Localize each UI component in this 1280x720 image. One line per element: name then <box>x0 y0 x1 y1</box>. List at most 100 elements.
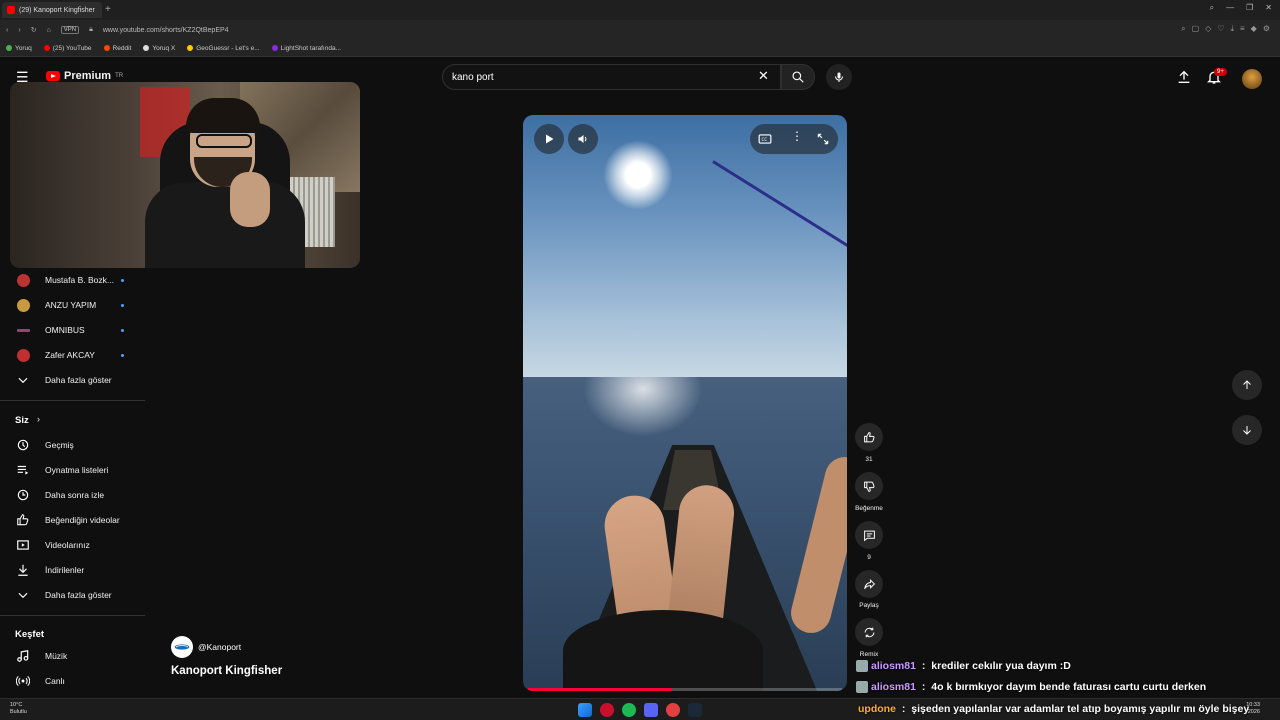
shield-icon[interactable]: ◇ <box>1205 24 1211 34</box>
like-button[interactable] <box>855 423 883 451</box>
youtube-logo[interactable]: Premium TR <box>46 70 123 82</box>
spotify-icon[interactable] <box>622 703 636 717</box>
back-icon[interactable]: ‹ <box>6 27 8 34</box>
dislike-button[interactable] <box>855 472 883 500</box>
channel-avatar <box>17 273 30 287</box>
clock-time: 10:33 <box>1246 702 1260 708</box>
show-more-subscriptions[interactable]: Daha fazla göster <box>0 369 145 391</box>
thumbs-up-icon <box>863 431 875 442</box>
browser-tab[interactable]: (29) Kanoport Kingfisher <box>2 2 102 18</box>
heart-icon[interactable]: ♡ <box>1217 24 1224 34</box>
sidebar-item-label: Videolarınız <box>45 540 90 550</box>
share-button[interactable] <box>855 570 883 598</box>
video-sky <box>523 115 847 377</box>
chat-separator: : <box>898 703 909 715</box>
bookmark-item[interactable]: Yoruq X <box>143 45 175 52</box>
playlists-icon <box>17 465 29 475</box>
remix-button[interactable] <box>855 618 883 646</box>
chat-text: krediler cekılır yua dayım :D <box>931 660 1071 672</box>
volume-icon <box>578 135 587 143</box>
streamer-webcam <box>10 82 360 268</box>
forward-icon[interactable]: › <box>18 27 20 34</box>
play-button[interactable] <box>534 124 564 154</box>
previous-short-button[interactable] <box>1232 370 1262 400</box>
new-content-dot <box>121 328 124 332</box>
fullscreen-icon[interactable] <box>816 132 830 146</box>
channel-avatar[interactable] <box>171 636 193 658</box>
home-icon[interactable]: ⌂ <box>47 27 51 34</box>
search-input[interactable]: kano port <box>442 64 781 90</box>
bookmark-item[interactable]: GeoGuessr - Let's e... <box>187 45 260 52</box>
sidebar-item-history[interactable]: Geçmiş <box>0 434 145 456</box>
channel-handle[interactable]: @Kanoport <box>198 642 241 652</box>
search-tabs-icon[interactable]: ⌕ <box>1210 3 1214 13</box>
browser-tab-bar: (29) Kanoport Kingfisher + ⌕ — ❐ ✕ <box>0 0 1280 20</box>
sidebar-item-watch-later[interactable]: Daha sonra izle <box>0 484 145 506</box>
opera-browser-icon[interactable] <box>600 703 614 717</box>
zoom-icon[interactable]: ⌕ <box>1181 24 1185 34</box>
minimize-icon[interactable]: — <box>1226 3 1234 13</box>
weather-widget[interactable]: 10°C Bulutlu <box>10 702 27 716</box>
sidebar-item-playlists[interactable]: Oynatma listeleri <box>0 459 145 481</box>
bookmark-item[interactable]: Yoruq <box>6 45 32 52</box>
next-short-button[interactable] <box>1232 415 1262 445</box>
sidebar-item-your-videos[interactable]: Videolarınız <box>0 534 145 556</box>
steam-icon[interactable] <box>688 703 702 717</box>
notifications-badge: 9+ <box>1214 68 1227 76</box>
close-window-icon[interactable]: ✕ <box>1265 3 1272 13</box>
discord-icon[interactable] <box>644 703 658 717</box>
comments-button[interactable] <box>855 521 883 549</box>
captions-icon[interactable]: CC <box>758 132 772 146</box>
play-icon <box>546 134 554 144</box>
bookmark-item[interactable]: Reddit <box>103 45 131 52</box>
share-icon <box>863 578 875 589</box>
system-clock[interactable]: 10:33 2026 <box>1246 702 1260 716</box>
video-title: Kanoport Kingfisher <box>171 665 283 677</box>
account-avatar[interactable] <box>1242 69 1262 89</box>
youtube-favicon-icon <box>7 6 15 14</box>
thumbs-down-icon <box>863 481 875 492</box>
reload-icon[interactable]: ↻ <box>31 26 37 34</box>
snapshot-icon[interactable]: ▢ <box>1192 24 1200 34</box>
url-field[interactable]: www.youtube.com/shorts/KZ2QtBepEP4 <box>103 27 229 34</box>
more-options-icon[interactable]: ⋮ <box>791 129 803 143</box>
app-icon[interactable] <box>666 703 680 717</box>
live-icon <box>16 675 30 687</box>
window-controls: ⌕ — ❐ ✕ <box>1210 3 1272 13</box>
sidebar-item-label: İndirilenler <box>45 565 85 575</box>
voice-search-button[interactable] <box>826 64 852 90</box>
sidebar-item-downloads[interactable]: İndirilenler <box>0 559 145 581</box>
you-section-heading[interactable]: Siz › <box>0 409 145 431</box>
menu-icon[interactable]: ≡ <box>1240 24 1245 34</box>
settings-icon[interactable]: ⚙ <box>1263 24 1270 34</box>
subscription-item[interactable]: Mustafa B. Bozk... <box>0 269 140 291</box>
mute-button[interactable] <box>568 124 598 154</box>
maximize-icon[interactable]: ❐ <box>1246 3 1253 13</box>
search-icon <box>792 71 804 83</box>
subscription-item[interactable]: OMNIBUS <box>0 319 140 341</box>
extension-icon[interactable]: ◆ <box>1251 24 1257 34</box>
sidebar-item-music[interactable]: Müzik <box>0 645 145 667</box>
weather-desc: Bulutlu <box>10 709 27 715</box>
lock-icon[interactable]: 🔒︎ <box>89 26 93 34</box>
subscription-item[interactable]: Zafer AKCAY <box>0 344 140 366</box>
sidebar-item-label: Canlı <box>45 676 65 686</box>
bookmark-item[interactable]: LightShot tarafında... <box>271 45 341 52</box>
shorts-video-player[interactable]: CC ⋮ <box>523 115 847 691</box>
bookmark-item[interactable]: (25) YouTube <box>43 45 92 52</box>
new-content-dot <box>121 303 124 307</box>
subscription-item[interactable]: ANZU YAPIM <box>0 294 140 316</box>
show-more-you[interactable]: Daha fazla göster <box>0 584 145 606</box>
sidebar-item-live[interactable]: Canlı <box>0 670 145 692</box>
sidebar-item-liked-videos[interactable]: Beğendiğin videolar <box>0 509 145 531</box>
search-button[interactable] <box>781 64 815 90</box>
video-progress-bar[interactable] <box>528 688 842 691</box>
vpn-badge[interactable]: VPN <box>60 26 80 34</box>
download-icon[interactable]: ⤓ <box>1230 24 1234 34</box>
clear-search-icon[interactable]: ✕ <box>758 68 769 84</box>
svg-text:CC: CC <box>762 137 768 142</box>
upload-icon[interactable] <box>1176 69 1192 85</box>
windows-start-icon[interactable] <box>578 703 592 717</box>
new-tab-icon[interactable]: + <box>105 4 111 15</box>
clock-date: 2026 <box>1247 709 1260 715</box>
